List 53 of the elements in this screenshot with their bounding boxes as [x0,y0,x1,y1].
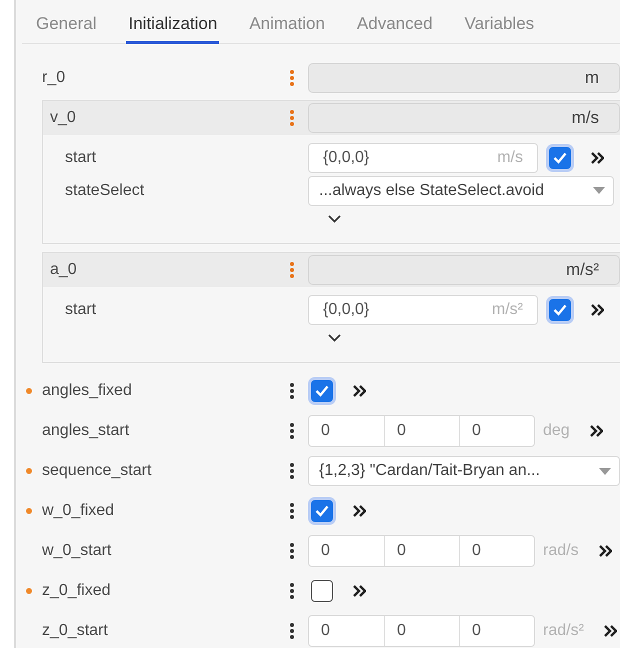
value-field[interactable]: m/s [308,103,620,133]
dropdown-caret-icon[interactable] [599,468,611,474]
more-options-icon[interactable] [289,502,295,520]
checkbox[interactable] [311,380,333,402]
chevron-down-icon[interactable] [328,334,341,342]
more-options-icon[interactable] [289,382,295,400]
double-chevron-icon[interactable] [591,152,604,164]
value-field[interactable]: {0,0,0} m/s² [308,294,538,324]
double-chevron-icon[interactable] [353,385,366,397]
parameter-label: w_0_start [42,542,112,560]
dropdown[interactable]: ...always else StateSelect.avoid [308,176,614,206]
checkbox[interactable] [311,500,333,522]
double-chevron-icon[interactable] [591,304,604,316]
vector-field[interactable]: 0 0 0 [308,535,535,567]
tab[interactable]: Initialization [126,8,220,44]
parameter-label: z_0_fixed [42,582,112,600]
unit-label: rad/s [543,542,579,560]
vector-field[interactable]: 0 0 0 [308,415,535,447]
parameter-label: start [65,300,98,318]
double-chevron-icon[interactable] [353,505,366,517]
double-chevron-icon[interactable] [604,625,617,637]
dropdown[interactable]: {1,2,3} "Cardan/Tait-Bryan an... [308,456,620,486]
vector-field[interactable]: 0 0 0 [308,615,535,647]
value-field[interactable]: m [308,63,620,93]
double-chevron-icon[interactable] [353,585,366,597]
chevron-down-icon[interactable] [328,215,341,223]
checkmark-icon [315,505,329,517]
parameter-label: sequence_start [42,462,152,480]
double-chevron-icon[interactable] [598,545,612,557]
checkbox[interactable] [311,580,333,602]
more-options-icon[interactable] [289,462,295,480]
checkmark-icon [315,385,329,397]
more-options-icon[interactable] [289,622,295,640]
parameter-label: angles_fixed [42,382,133,400]
checkmark-icon [553,152,567,164]
value-field[interactable]: m/s² [308,255,620,285]
unit-label: deg [543,422,570,440]
value-field[interactable]: {0,0,0} m/s [308,142,538,172]
parameter-label: z_0_start [42,622,109,640]
checkmark-icon [553,304,567,316]
parameter-label: angles_start [42,422,130,440]
dropdown-caret-icon[interactable] [593,187,605,194]
parameter-label: start [65,148,98,166]
unit-label: rad/s² [543,622,584,640]
double-chevron-icon[interactable] [590,425,603,437]
parameter-label: stateSelect [65,182,146,200]
parameter-label: v_0 [50,109,77,127]
more-options-icon[interactable] [289,582,295,600]
more-options-icon[interactable] [289,422,295,440]
more-options-icon[interactable] [289,542,295,560]
parameter-label: a_0 [50,261,78,279]
parameter-label: r_0 [42,69,66,87]
parameter-label: w_0_fixed [42,502,116,520]
